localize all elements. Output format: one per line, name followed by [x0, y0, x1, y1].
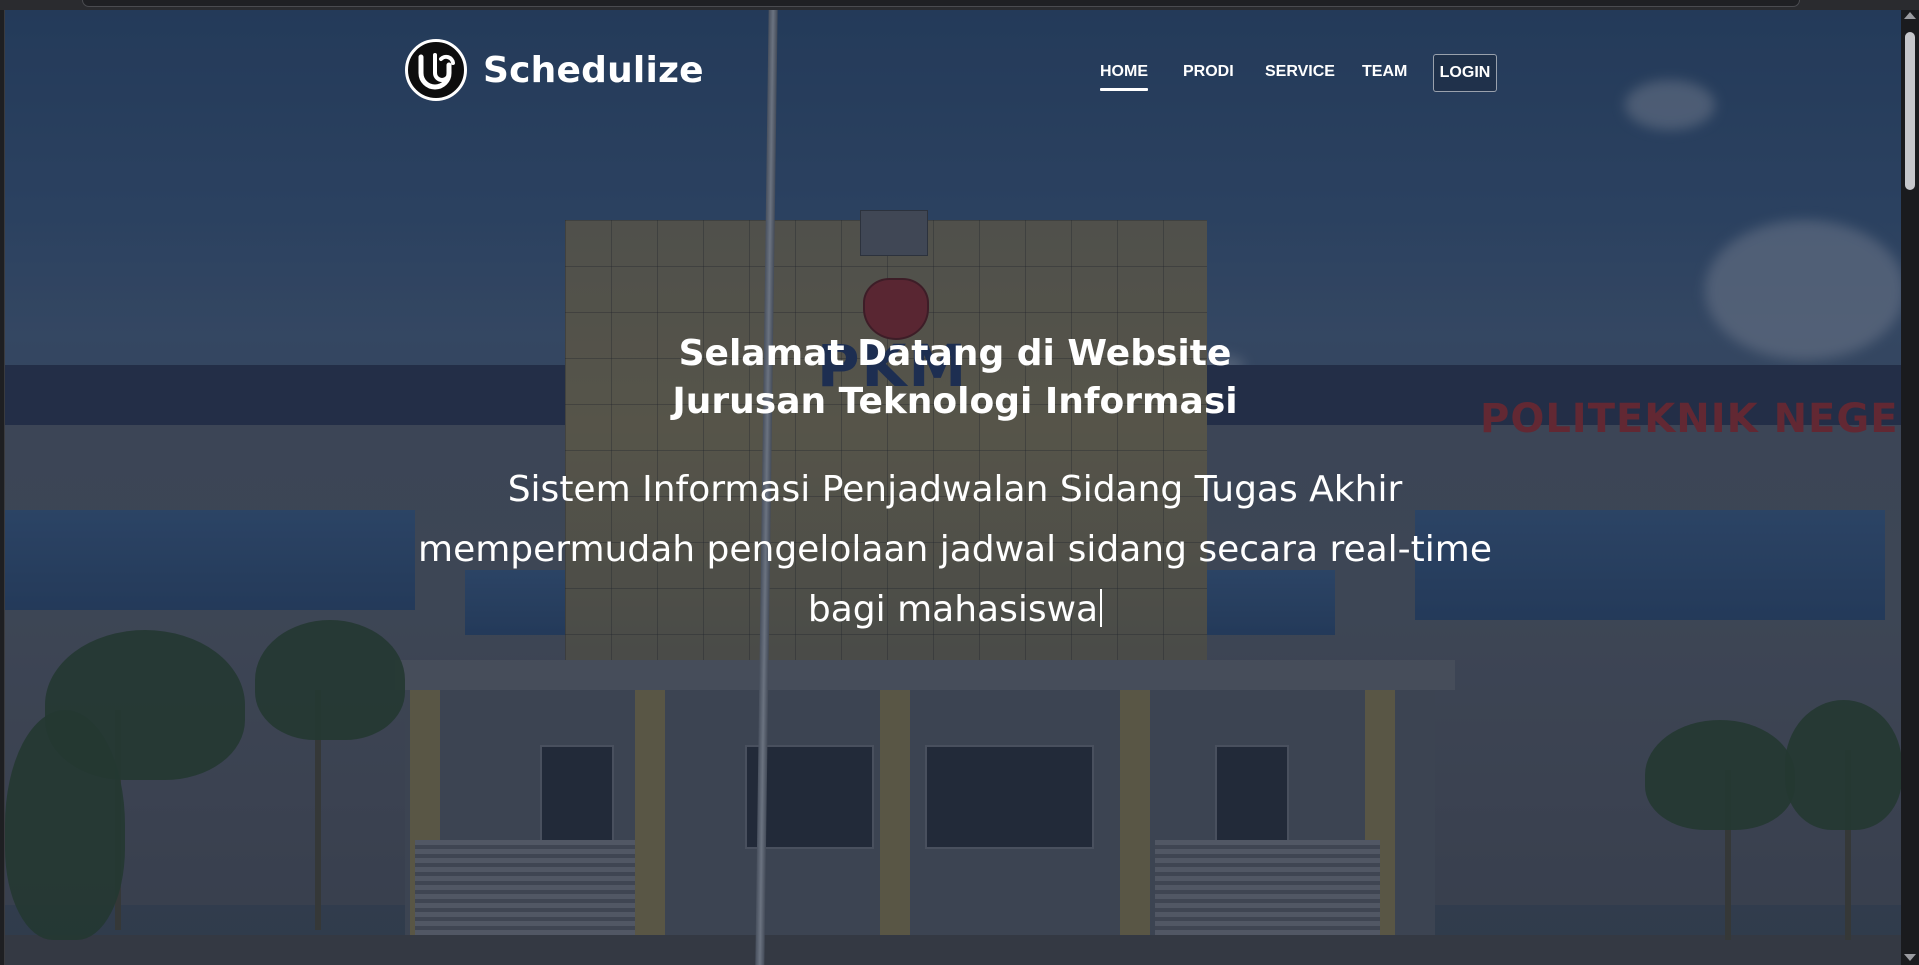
scroll-thumb[interactable] [1905, 32, 1915, 190]
hero-subtitle-line-3: bagi mahasiswa [365, 580, 1545, 640]
nav-prodi[interactable]: PRODI [1183, 63, 1234, 81]
page-viewport: PKM POLITEKNIK NEGERI P [4, 10, 1902, 965]
browser-tab-edge [82, 0, 1800, 7]
hero-title: Selamat Datang di Website Jurusan Teknol… [565, 330, 1345, 426]
nav-home[interactable]: HOME [1100, 63, 1148, 91]
typing-caret [1100, 589, 1103, 627]
nav-service[interactable]: SERVICE [1265, 63, 1335, 81]
brand-name[interactable]: Schedulize [483, 50, 704, 91]
login-button[interactable]: LOGIN [1433, 54, 1497, 92]
hero-title-line-2: Jurusan Teknologi Informasi [672, 381, 1238, 422]
scroll-up-arrow-icon[interactable] [1904, 12, 1916, 19]
hero-subtitle-line-3-text: bagi mahasiswa [807, 589, 1099, 630]
hero-subtitle: Sistem Informasi Penjadwalan Sidang Tuga… [365, 460, 1545, 640]
hero-subtitle-line-1: Sistem Informasi Penjadwalan Sidang Tuga… [507, 469, 1403, 510]
navbar: Schedulize HOME PRODI SERVICE TEAM LOGIN [5, 10, 1902, 120]
hero-title-line-1: Selamat Datang di Website [678, 333, 1232, 374]
schedulize-logo-icon[interactable] [405, 39, 467, 101]
scroll-down-arrow-icon[interactable] [1904, 954, 1916, 961]
browser-top-edge [0, 0, 1919, 10]
page-scrollbar[interactable] [1901, 10, 1919, 965]
nav-team[interactable]: TEAM [1362, 63, 1407, 81]
brand[interactable]: Schedulize [405, 39, 704, 101]
hero-subtitle-line-2: mempermudah pengelolaan jadwal sidang se… [418, 529, 1492, 570]
